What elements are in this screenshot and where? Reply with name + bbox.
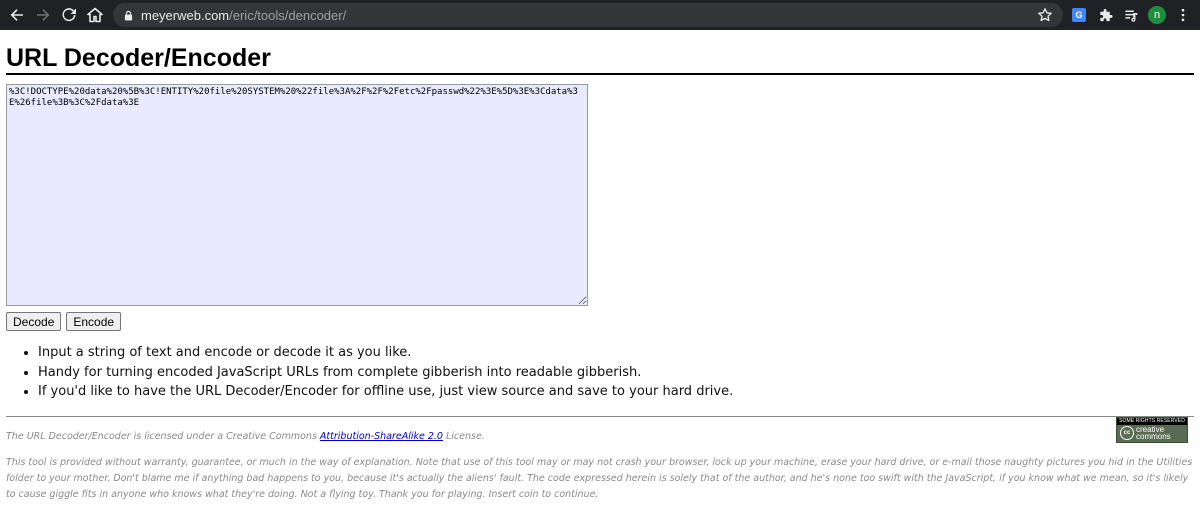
back-arrow-icon[interactable] xyxy=(4,0,30,30)
license-text: The URL Decoder/Encoder is licensed unde… xyxy=(6,430,485,442)
list-item: Input a string of text and encode or dec… xyxy=(38,343,1194,363)
page-title: URL Decoder/Encoder xyxy=(6,44,1194,75)
action-buttons: Decode Encode xyxy=(6,312,1194,331)
text-input-area[interactable]: %3C!DOCTYPE%20data%20%5B%3C!ENTITY%20fil… xyxy=(6,84,588,306)
decode-button[interactable]: Decode xyxy=(6,312,62,331)
url-text: meyerweb.com/eric/tools/dencoder/ xyxy=(141,7,347,23)
notes-list: Input a string of text and encode or dec… xyxy=(6,343,1194,402)
cc-logo-icon: cc xyxy=(1120,426,1134,440)
browser-toolbar: meyerweb.com/eric/tools/dencoder/ G n xyxy=(0,0,1200,30)
page-content: URL Decoder/Encoder %3C!DOCTYPE%20data%2… xyxy=(0,44,1200,503)
footer: SOME RIGHTS RESERVED cc creative commons … xyxy=(6,415,1194,503)
disclaimer-text: This tool is provided without warranty, … xyxy=(6,456,1193,500)
reload-icon[interactable] xyxy=(56,0,82,30)
extensions-area: G n xyxy=(1066,0,1196,30)
bookmark-star-icon[interactable] xyxy=(1037,7,1053,23)
menu-kebab-icon[interactable] xyxy=(1170,0,1196,30)
lock-icon xyxy=(124,9,134,21)
translate-extension-icon[interactable]: G xyxy=(1066,0,1092,30)
puzzle-extensions-icon[interactable] xyxy=(1092,0,1118,30)
profile-avatar[interactable]: n xyxy=(1144,0,1170,30)
reading-list-icon[interactable] xyxy=(1118,0,1144,30)
creative-commons-badge[interactable]: SOME RIGHTS RESERVED cc creative commons xyxy=(1116,416,1188,443)
list-item: Handy for turning encoded JavaScript URL… xyxy=(38,363,1194,383)
encode-button[interactable]: Encode xyxy=(66,312,122,331)
home-icon[interactable] xyxy=(82,0,108,30)
forward-arrow-icon[interactable] xyxy=(30,0,56,30)
license-link[interactable]: Attribution-ShareAlike 2.0 xyxy=(320,431,443,442)
list-item: If you'd like to have the URL Decoder/En… xyxy=(38,382,1194,402)
address-bar[interactable]: meyerweb.com/eric/tools/dencoder/ xyxy=(113,3,1063,27)
